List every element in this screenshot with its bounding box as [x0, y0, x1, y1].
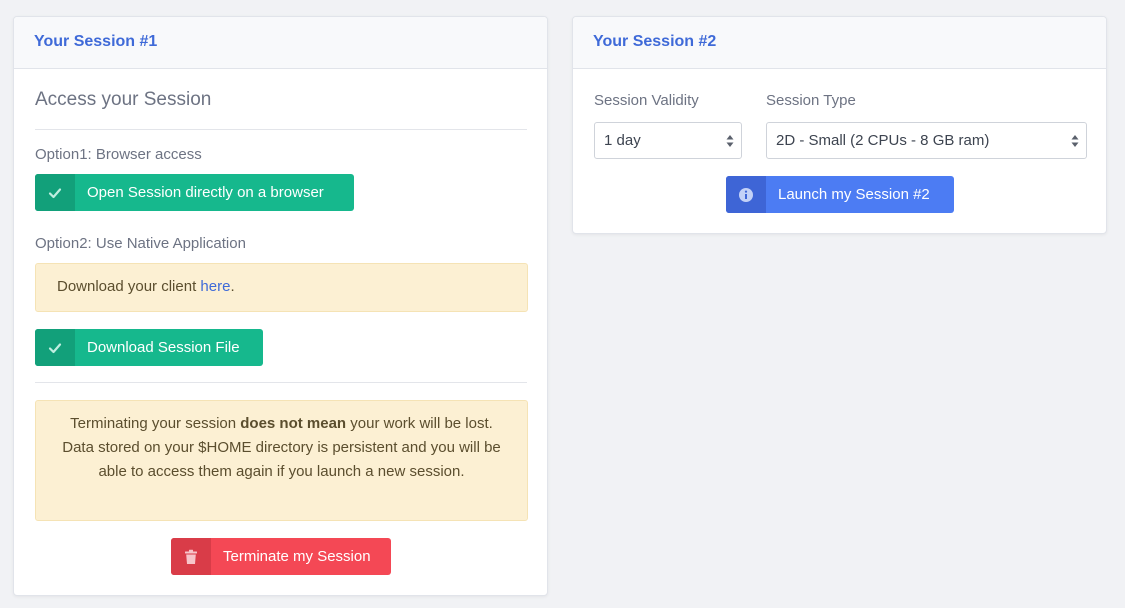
- warning-text-line2: Data stored on your $HOME directory is p…: [62, 439, 501, 480]
- terminate-session-button[interactable]: Terminate my Session: [171, 538, 391, 575]
- session-type-value: 2D - Small (2 CPUs - 8 GB ram): [776, 132, 990, 149]
- session-type-label: Session Type: [766, 92, 856, 109]
- download-client-text: Download your client: [57, 278, 201, 295]
- warning-text-part2: your work will be lost.: [346, 415, 493, 432]
- session-1-title: Your Session #1: [34, 33, 158, 50]
- warning-bold-text: does not mean: [240, 415, 347, 432]
- terminate-session-label: Terminate my Session: [223, 548, 371, 565]
- divider: [35, 129, 527, 130]
- info-icon: [726, 176, 766, 213]
- session-2-card: Your Session #2 Session Validity 1 day S…: [572, 16, 1107, 234]
- session-2-title: Your Session #2: [593, 33, 717, 50]
- divider: [35, 382, 527, 383]
- session-type-select[interactable]: 2D - Small (2 CPUs - 8 GB ram): [766, 122, 1087, 159]
- launch-session-2-label: Launch my Session #2: [778, 186, 930, 203]
- download-session-file-label: Download Session File: [87, 339, 240, 356]
- download-client-link[interactable]: here: [200, 278, 230, 295]
- terminate-warning-alert: Terminating your session does not mean y…: [35, 400, 528, 521]
- session-validity-select[interactable]: 1 day: [594, 122, 742, 159]
- download-session-file-button[interactable]: Download Session File: [35, 329, 263, 366]
- trash-icon: [171, 538, 211, 575]
- open-browser-button[interactable]: Open Session directly on a browser: [35, 174, 354, 211]
- open-browser-label: Open Session directly on a browser: [87, 184, 324, 201]
- download-client-alert: Download your client here.: [35, 263, 528, 312]
- check-icon: [35, 174, 75, 211]
- access-section-title: Access your Session: [35, 89, 212, 110]
- session-1-card: Your Session #1 Access your Session Opti…: [13, 16, 548, 596]
- check-icon: [35, 329, 75, 366]
- download-client-period: .: [230, 278, 235, 295]
- option1-label: Option1: Browser access: [35, 146, 202, 163]
- select-arrows-icon: [1070, 132, 1080, 150]
- select-arrows-icon: [725, 132, 735, 150]
- launch-session-2-button[interactable]: Launch my Session #2: [726, 176, 954, 213]
- session-validity-value: 1 day: [604, 132, 641, 149]
- option2-label: Option2: Use Native Application: [35, 235, 246, 252]
- session-validity-label: Session Validity: [594, 92, 699, 109]
- session-2-header: Your Session #2: [573, 17, 1106, 69]
- warning-text-part1: Terminating your session: [70, 415, 241, 432]
- session-1-header: Your Session #1: [14, 17, 547, 69]
